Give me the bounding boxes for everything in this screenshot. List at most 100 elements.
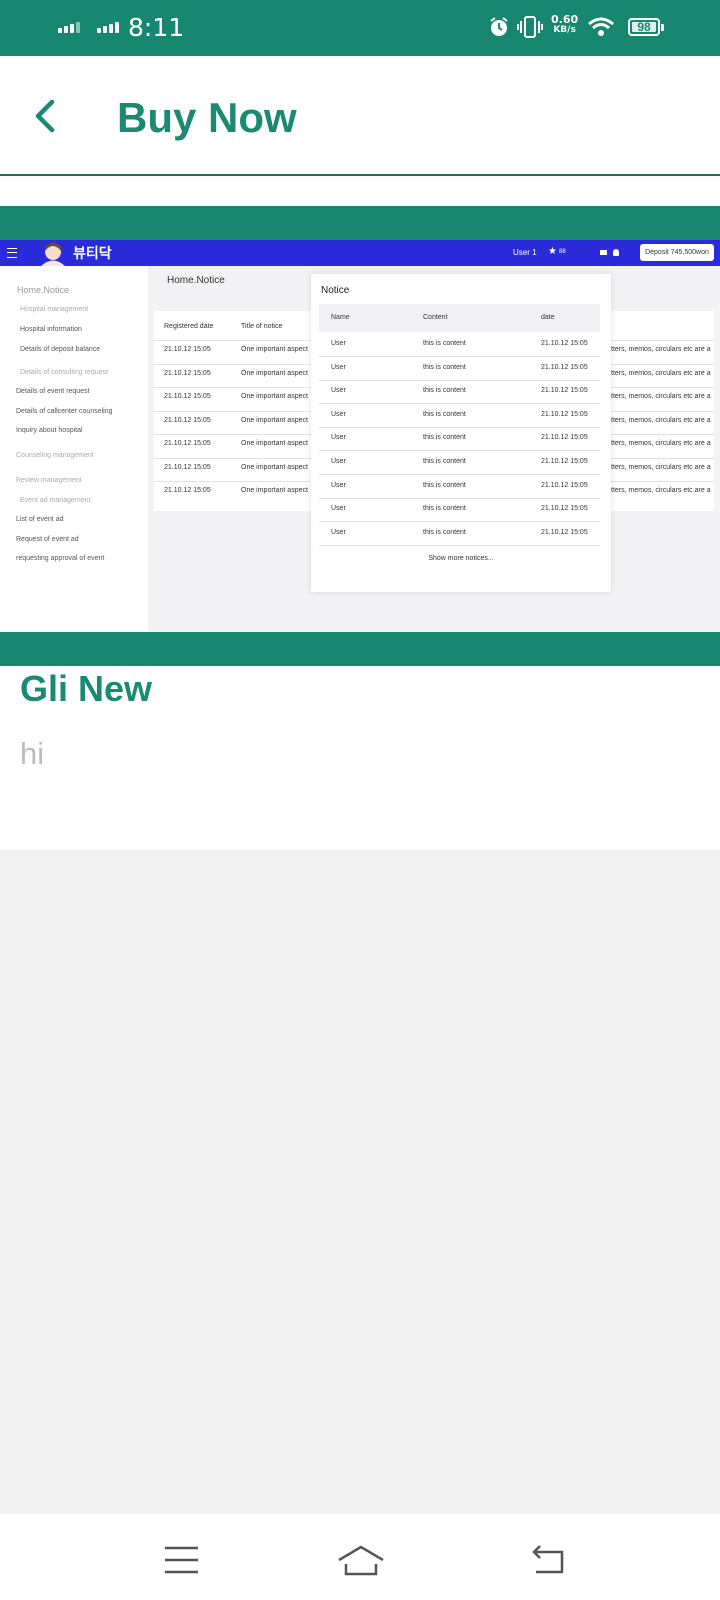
table-cell-tail: tters, memos, circulars etc are a: [611, 346, 711, 353]
modal-header-cell: date: [541, 314, 555, 321]
speed-unit: KB/s: [553, 25, 576, 35]
modal-cell-content: this is content: [423, 340, 466, 347]
modal-cell-date: 21.10.12 15:05: [541, 434, 588, 442]
modal-cell-content: this is content: [423, 458, 466, 465]
modal-cell-date: 21.10.12 15:05: [541, 363, 588, 371]
modal-row-divider: [319, 497, 600, 499]
post-image: 뷰티닥 User 1 ★ 88 Deposit 745,500won Home.…: [0, 240, 720, 632]
table-header: Title of notice: [241, 323, 283, 330]
wifi-icon: [588, 17, 614, 36]
table-cell-date: 21.10.12 15:05: [164, 393, 211, 400]
modal-title: Notice: [321, 285, 350, 296]
table-cell-tail: tters, memos, circulars etc are a: [611, 416, 711, 424]
vibrate-icon: [517, 16, 543, 38]
hamburger-icon: [7, 248, 17, 258]
table-cell-tail: tters, memos, circulars etc are a: [611, 463, 711, 471]
modal-cell-content: this is content: [423, 387, 466, 395]
sidebar-item: Details of callcenter counseling: [16, 408, 113, 415]
sidebar-breadcrumb: Home.Notice: [17, 285, 70, 295]
spacer: [0, 176, 720, 206]
modal-cell-content: this is content: [423, 528, 466, 536]
back-arrow-icon[interactable]: [30, 96, 60, 136]
modal-cell-name: User: [331, 387, 346, 395]
sidebar-item: List of event ad: [16, 516, 64, 523]
modal-cell-content: this is content: [423, 434, 466, 442]
clock-time: 8:11: [128, 13, 185, 42]
modal-row-divider: [319, 544, 600, 546]
table-cell-tail: tters, memos, circulars etc are a: [611, 487, 711, 494]
modal-table-header: Name Content date: [319, 304, 600, 332]
modal-cell-content: this is content: [423, 505, 466, 513]
table-cell-title: One important aspect: [241, 440, 308, 447]
status-bar: 8:11 0.60 KB/s 98: [0, 0, 720, 56]
speed-value: 0.60: [551, 13, 579, 26]
avatar: [41, 242, 65, 266]
sidebar-item: requesting approval of event: [16, 555, 105, 562]
signal-icon: [97, 22, 119, 33]
points-label: 88: [559, 249, 566, 255]
table-cell-tail: tters, memos, circulars etc are a: [611, 393, 711, 400]
notice-modal: Notice Name Content date User this is con…: [311, 274, 611, 592]
table-cell-title: One important aspect: [241, 369, 308, 377]
modal-cell-name: User: [331, 363, 346, 371]
sidebar-item: Details of event request: [16, 388, 90, 395]
content-title: Home.Notice: [167, 275, 225, 286]
modal-row-divider: [319, 426, 600, 428]
signal-icon: [58, 22, 80, 33]
embedded-topbar: 뷰티닥 User 1 ★ 88 Deposit 745,500won: [0, 240, 720, 266]
table-cell-date: 21.10.12 15:05: [164, 487, 211, 494]
post-card[interactable]: 뷰티닥 User 1 ★ 88 Deposit 745,500won Home.…: [0, 206, 720, 850]
sidebar-item: Inquiry about hospital: [16, 427, 83, 434]
home-icon[interactable]: [336, 1542, 386, 1578]
table-cell-date: 21.10.12 15:05: [164, 416, 211, 424]
menu-icon[interactable]: [162, 1542, 202, 1578]
modal-cell-name: User: [331, 410, 346, 418]
modal-cell-date: 21.10.12 15:05: [541, 387, 588, 395]
table-cell-title: One important aspect: [241, 393, 308, 400]
table-cell-date: 21.10.12 15:05: [164, 463, 211, 471]
table-cell-date: 21.10.12 15:05: [164, 369, 211, 377]
modal-cell-name: User: [331, 528, 346, 536]
battery-icon: 98: [628, 18, 664, 36]
modal-cell-name: User: [331, 434, 346, 442]
table-cell-date: 21.10.12 15:05: [164, 346, 211, 353]
mail-icon: [600, 250, 607, 255]
modal-cell-name: User: [331, 505, 346, 513]
sidebar-item: Details of consulting request: [20, 369, 108, 376]
modal-cell-name: User: [331, 481, 346, 489]
modal-header-cell: Content: [423, 314, 448, 321]
page-title: Buy Now: [117, 94, 297, 141]
modal-cell-content: this is content: [423, 481, 466, 489]
sidebar-item: Hospital management: [20, 306, 89, 313]
embedded-sidebar: Home.Notice Hospital management Hospital…: [0, 266, 148, 632]
network-speed: 0.60 KB/s: [551, 14, 578, 36]
back-icon[interactable]: [528, 1542, 568, 1578]
modal-cell-date: 21.10.12 15:05: [541, 458, 588, 465]
modal-cell-date: 21.10.12 15:05: [541, 340, 588, 347]
modal-header-cell: Name: [331, 314, 350, 321]
deposit-badge: Deposit 745,500won: [640, 244, 714, 261]
table-cell-title: One important aspect: [241, 346, 308, 353]
user-label: User 1: [513, 248, 537, 257]
modal-cell-content: this is content: [423, 410, 466, 418]
sidebar-item: Counseling management: [16, 452, 94, 459]
table-header: Registered date: [164, 323, 214, 330]
modal-row-divider: [319, 403, 600, 405]
star-icon: ★: [548, 246, 557, 257]
modal-cell-name: User: [331, 340, 346, 347]
modal-cell-date: 21.10.12 15:05: [541, 410, 588, 418]
battery-level: 98: [632, 21, 656, 33]
system-nav-bar: [0, 1514, 720, 1600]
app-header: Buy Now: [0, 56, 720, 176]
sidebar-item: Review management: [16, 477, 82, 484]
table-cell-title: One important aspect: [241, 416, 308, 424]
post-title: Gli New: [20, 668, 153, 709]
table-cell-date: 21.10.12 15:05: [164, 440, 211, 447]
sidebar-item: Request of event ad: [16, 536, 79, 543]
modal-row-divider: [319, 450, 600, 452]
sidebar-item: Details of deposit balance: [20, 346, 101, 353]
image-frame-top: [0, 206, 720, 240]
sidebar-item: Event ad management: [20, 497, 91, 504]
table-cell-title: One important aspect: [241, 487, 308, 494]
modal-cell-date: 21.10.12 15:05: [541, 505, 588, 513]
